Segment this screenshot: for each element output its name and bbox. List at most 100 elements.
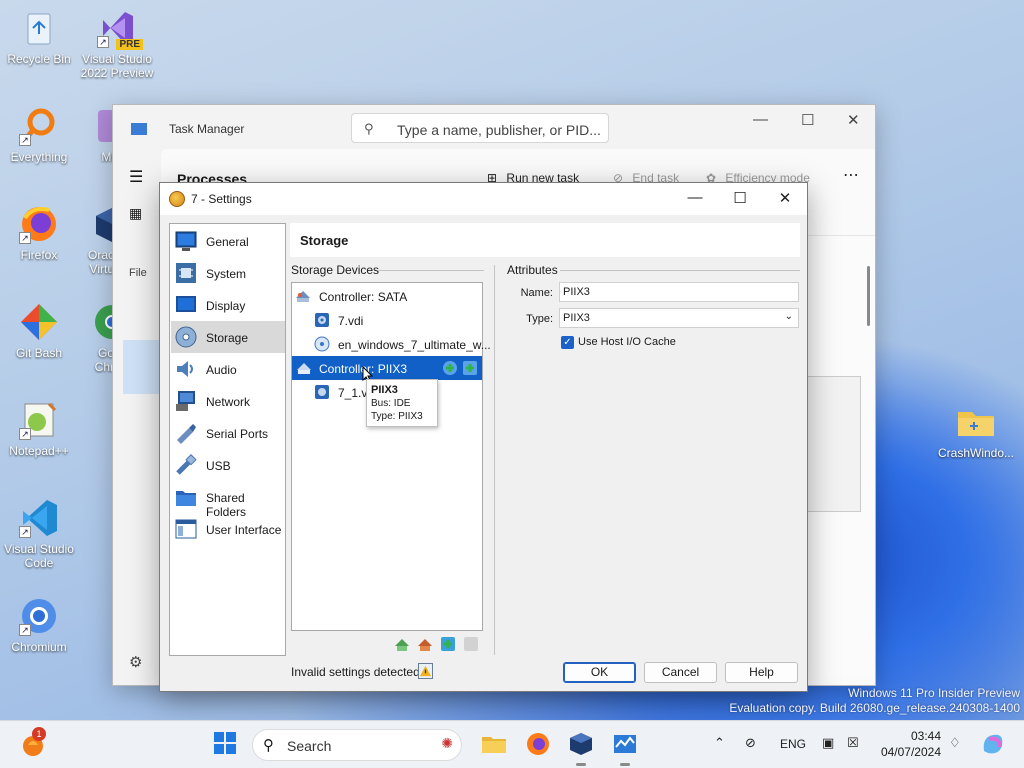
serial-port-icon [177, 424, 196, 444]
language-indicator[interactable]: ENG [780, 737, 806, 751]
desktop-icon-label: Everything [10, 150, 68, 164]
desktop-icon-visual-studio[interactable]: PRE ↗ Visual Studio 2022 Preview [80, 8, 154, 80]
more-options-button[interactable]: ⋯ [843, 165, 859, 185]
minimize-button[interactable]: — [753, 111, 768, 128]
settings-gear-icon[interactable]: ⚙ [129, 653, 142, 671]
hamburger-menu-icon[interactable]: ☰ [129, 167, 143, 187]
category-serial-ports[interactable]: Serial Ports [171, 417, 285, 449]
volume-muted-icon[interactable]: ☒ [847, 735, 859, 751]
type-select[interactable]: PIIX3 ⌄ [559, 308, 799, 328]
notification-bell-icon[interactable]: ♢ [949, 735, 961, 751]
notification-badge: 1 [32, 727, 46, 741]
remove-attachment-button[interactable] [463, 636, 480, 653]
copilot-icon[interactable] [980, 731, 1006, 757]
shortcut-arrow-icon: ↗ [97, 36, 109, 48]
maximize-button[interactable]: ☐ [728, 189, 752, 207]
tm-scrollbar[interactable] [867, 266, 870, 326]
tree-controller-piix3[interactable]: Controller: PIIX3 [292, 356, 482, 380]
add-controller-button[interactable] [394, 636, 411, 653]
virtualbox-icon [92, 204, 114, 244]
ok-button[interactable]: OK [563, 662, 636, 683]
add-hard-disk-icon[interactable] [462, 360, 478, 376]
settings-dialog[interactable]: 7 - Settings — ☐ ✕ General System Displa… [159, 182, 808, 692]
processes-nav-icon[interactable]: ▦ [129, 205, 142, 222]
category-general[interactable]: General [171, 225, 285, 257]
help-button[interactable]: Help [725, 662, 798, 683]
category-label: Network [206, 395, 251, 409]
desktop-icon-virtualbox[interactable]: Orac Virtu [80, 204, 114, 276]
close-button[interactable]: ✕ [773, 189, 797, 207]
tree-item-vdi[interactable]: 7.vdi [314, 308, 481, 332]
category-usb[interactable]: USB [171, 449, 285, 481]
type-label: Type: [526, 313, 553, 325]
watermark-line2: Evaluation copy. Build 26080.ge_release.… [729, 701, 1020, 715]
category-system[interactable]: System [171, 257, 285, 289]
start-button[interactable] [213, 731, 239, 757]
quick-settings-icon[interactable]: ▣ [822, 735, 834, 751]
desktop-icon-label: CrashWindo... [937, 446, 1015, 460]
storage-tree[interactable]: Controller: SATA 7.vdi en_windows_7_ulti… [291, 282, 491, 631]
use-host-io-cache-checkbox[interactable]: ✓ [561, 336, 574, 349]
desktop-icon-vscode[interactable]: ↗ Visual Studio Code [2, 498, 76, 570]
firefox-icon: ↗ [19, 204, 59, 244]
category-display[interactable]: Display [171, 289, 285, 321]
desktop-icon-crashwindow[interactable]: CrashWindo... [935, 402, 1017, 460]
desktop-icon-recycle-bin[interactable]: Recycle Bin [2, 8, 76, 66]
running-indicator [620, 763, 630, 766]
invalid-settings-text: Invalid settings detected [291, 665, 420, 679]
category-network[interactable]: Network [171, 385, 285, 417]
cancel-button[interactable]: Cancel [644, 662, 717, 683]
virtualbox-taskbar-icon[interactable] [568, 731, 594, 766]
dialog-titlebar[interactable]: 7 - Settings — ☐ ✕ [160, 183, 807, 215]
tm-file-partial: File [129, 267, 147, 279]
desktop-icon-chromium[interactable]: ↗ Chromium [2, 596, 76, 654]
warning-icon[interactable] [418, 663, 433, 679]
tree-item-iso[interactable]: en_windows_7_ultimate_w... [314, 332, 491, 356]
divider [560, 270, 800, 271]
tree-controller-sata[interactable]: Controller: SATA [295, 284, 481, 308]
task-manager-taskbar-icon[interactable] [612, 731, 638, 766]
category-label: Storage [206, 331, 249, 345]
task-manager-title: Task Manager [169, 122, 245, 136]
add-optical-drive-icon[interactable] [442, 360, 458, 376]
vscode-icon: ↗ [19, 498, 59, 538]
category-storage[interactable]: Storage [171, 321, 285, 353]
search-icon: ⚲ [263, 737, 274, 754]
add-attachment-button[interactable] [440, 636, 457, 653]
file-explorer-icon[interactable] [481, 731, 507, 757]
task-manager-search-input[interactable]: ⚲ Type a name, publisher, or PID... [351, 113, 609, 143]
taskbar-search-box[interactable]: ⚲ Search ✺ [252, 729, 462, 761]
tm-selected-row-partial[interactable] [123, 340, 163, 394]
close-button[interactable]: ✕ [847, 111, 860, 129]
category-shared-folders[interactable]: Shared Folders [171, 481, 285, 519]
desktop-icon-partial[interactable]: Mi [80, 106, 114, 164]
desktop-icon-firefox[interactable]: ↗ Firefox [2, 204, 76, 262]
desktop-icon-label: Go Chr [94, 346, 114, 374]
remove-controller-button[interactable] [417, 636, 434, 653]
name-field[interactable]: PIIX3 [559, 282, 799, 302]
speaker-icon [177, 361, 193, 377]
network-status-icon[interactable]: ⊘ [745, 735, 756, 751]
category-audio[interactable]: Audio [171, 353, 285, 385]
desktop-icon-label: Visual Studio 2022 Preview [80, 52, 154, 80]
category-label: System [206, 267, 247, 281]
maximize-button[interactable]: ☐ [801, 111, 814, 129]
firefox-taskbar-icon[interactable] [525, 731, 551, 757]
category-user-interface[interactable]: User Interface [171, 513, 285, 545]
widgets-icon[interactable]: 1 [20, 727, 46, 757]
show-hidden-icons-chevron-up-icon[interactable]: ⌃ [714, 735, 725, 751]
shortcut-arrow-icon: ↗ [19, 232, 31, 244]
desktop-icon-git-bash[interactable]: Git Bash [2, 302, 76, 360]
usb-icon [176, 454, 197, 475]
desktop-icon-notepadpp[interactable]: ↗ Notepad++ [2, 400, 76, 458]
category-label: User Interface [206, 523, 282, 537]
desktop-icon-chrome[interactable]: Go Chr [80, 302, 114, 374]
category-label: Display [206, 299, 246, 313]
controller-icon [297, 363, 311, 374]
minimize-button[interactable]: — [683, 189, 707, 206]
taskbar-search-placeholder: Search [287, 738, 332, 754]
tree-label: 7_1.v [338, 386, 368, 400]
recycle-bin-icon [19, 8, 59, 48]
desktop-icon-everything[interactable]: ↗ Everything [2, 106, 76, 164]
system-clock[interactable]: 03:44 04/07/2024 [877, 728, 941, 760]
